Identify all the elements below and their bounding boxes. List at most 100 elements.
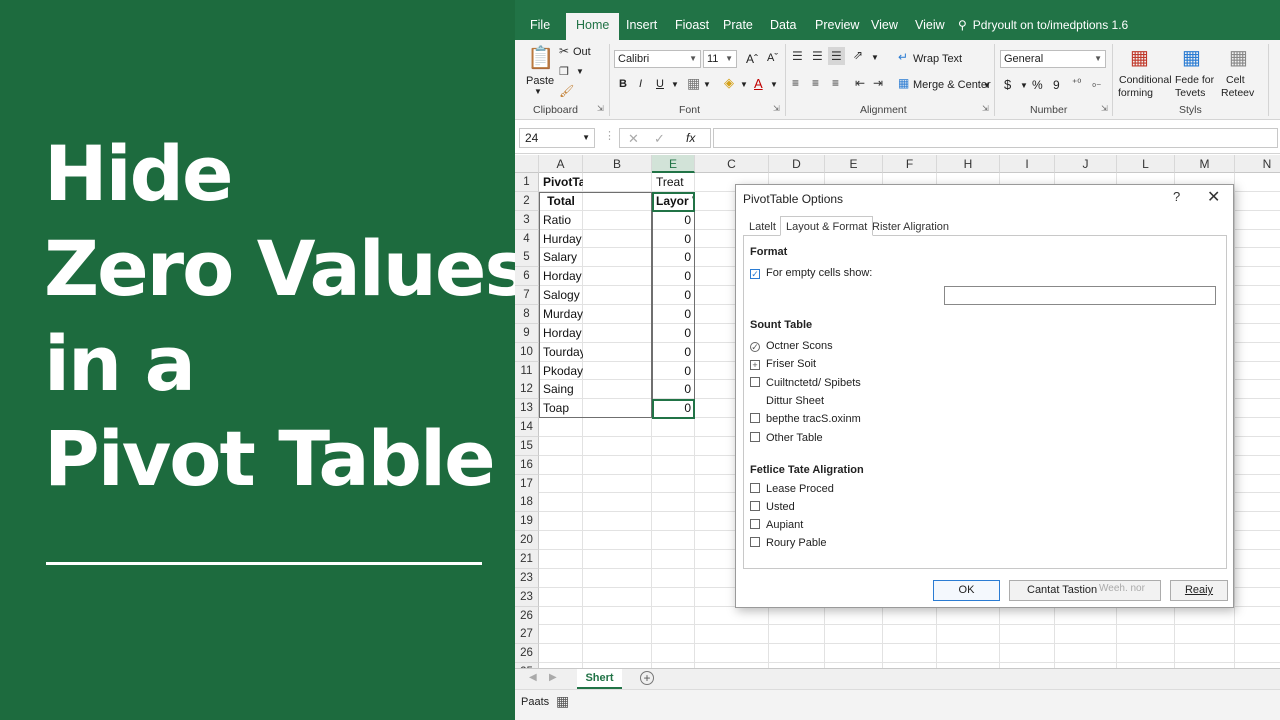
row-header[interactable]: 8 bbox=[515, 304, 539, 324]
font-color-chevron-icon[interactable]: ▼ bbox=[770, 80, 778, 89]
row-header[interactable]: 3 bbox=[515, 210, 539, 230]
tab-preview[interactable]: Preview bbox=[815, 10, 859, 40]
column-header[interactable]: A bbox=[539, 155, 583, 173]
decrease-indent-icon[interactable]: ⇤ bbox=[855, 76, 865, 90]
paste-button[interactable]: Paste bbox=[526, 75, 554, 87]
row-header[interactable]: 21 bbox=[515, 550, 539, 569]
row-header[interactable]: 7 bbox=[515, 286, 539, 306]
format-painter-icon[interactable]: 🖌 bbox=[559, 84, 574, 98]
format-as-table-label-1[interactable]: Fede for bbox=[1175, 74, 1214, 86]
row-header[interactable]: 5 bbox=[515, 248, 539, 268]
align-left-icon[interactable]: ≡ bbox=[792, 76, 799, 90]
alignment-launcher-icon[interactable]: ⇲ bbox=[982, 104, 989, 113]
fill-color-icon[interactable]: ◈ bbox=[724, 75, 734, 91]
comma-button[interactable]: 9 bbox=[1053, 78, 1060, 92]
radio-icon[interactable]: ✓ bbox=[750, 342, 760, 352]
select-all-corner[interactable] bbox=[515, 155, 539, 173]
row-header[interactable]: 9 bbox=[515, 323, 539, 343]
checkbox-icon[interactable] bbox=[750, 394, 760, 405]
currency-button[interactable]: $ bbox=[1004, 77, 1011, 92]
pivot-field-cell[interactable]: Treat bbox=[652, 173, 695, 192]
orientation-chevron-icon[interactable]: ▼ bbox=[871, 53, 879, 62]
cut-label[interactable]: Out bbox=[573, 46, 591, 58]
row-header[interactable]: 11 bbox=[515, 361, 539, 381]
column-header[interactable]: M bbox=[1175, 155, 1235, 173]
section2-option[interactable]: Cuiltnctetd/ Spibets bbox=[750, 376, 861, 390]
column-header[interactable]: D bbox=[769, 155, 825, 173]
tab-format[interactable]: Fioast bbox=[675, 10, 709, 40]
sheet-view-icon[interactable]: ▦ bbox=[556, 693, 569, 710]
ok-button[interactable]: OK bbox=[933, 580, 1000, 601]
checkbox-icon[interactable] bbox=[750, 413, 760, 424]
column-header[interactable]: J bbox=[1055, 155, 1117, 173]
align-center-icon[interactable]: ≡ bbox=[812, 76, 819, 90]
font-color-icon[interactable]: A bbox=[754, 76, 763, 91]
fill-chevron-icon[interactable]: ▼ bbox=[740, 80, 748, 89]
row-header[interactable]: 13 bbox=[515, 399, 539, 419]
checkbox-icon[interactable] bbox=[750, 537, 760, 547]
name-box[interactable]: 24 ▼ bbox=[519, 128, 595, 148]
tab-file[interactable]: File bbox=[530, 10, 550, 40]
orientation-icon[interactable]: ⇗ bbox=[853, 48, 863, 62]
row-header[interactable]: 23 bbox=[515, 587, 539, 607]
row-header[interactable]: 20 bbox=[515, 531, 539, 551]
align-top-icon[interactable]: ☰ bbox=[792, 49, 803, 63]
wrap-text-button[interactable]: Wrap Text bbox=[913, 53, 962, 65]
italic-button[interactable]: I bbox=[639, 78, 642, 90]
pivot-title-cell[interactable]: PivotTable bbox=[539, 173, 583, 192]
sheet-tab[interactable]: Shert bbox=[577, 669, 622, 689]
merge-center-button[interactable]: Merge & Center bbox=[913, 79, 991, 91]
conditional-formatting-label-2[interactable]: forming bbox=[1118, 87, 1153, 99]
underline-chevron-icon[interactable]: ▼ bbox=[671, 80, 679, 89]
row-header[interactable]: 16 bbox=[515, 455, 539, 475]
wrap-text-icon[interactable]: ↵ bbox=[898, 50, 908, 64]
section2-option[interactable]: Dittur Sheet bbox=[750, 394, 824, 408]
section3-option[interactable]: Lease Proced bbox=[750, 482, 834, 496]
section3-option[interactable]: Aupiant bbox=[750, 518, 803, 532]
tab-rister-aligration[interactable]: Rister Aligration bbox=[866, 216, 955, 236]
grow-font-button[interactable]: Aˆ bbox=[746, 52, 758, 66]
conditional-formatting-label-1[interactable]: Conditional bbox=[1119, 74, 1172, 86]
row-header[interactable]: 23 bbox=[515, 568, 539, 588]
row-header[interactable]: 2 bbox=[515, 191, 539, 211]
section2-option[interactable]: bepthe tracS.oxinm bbox=[750, 412, 861, 426]
cut-icon[interactable]: ✂ bbox=[559, 44, 569, 58]
insert-function-button[interactable]: fx bbox=[686, 131, 695, 145]
row-header[interactable]: 14 bbox=[515, 418, 539, 438]
decrease-decimal-icon[interactable]: ₀₋ bbox=[1092, 78, 1101, 89]
tab-insert[interactable]: Insert bbox=[626, 10, 657, 40]
column-header[interactable]: E bbox=[825, 155, 883, 173]
checkbox-icon[interactable] bbox=[750, 501, 760, 511]
prev-sheet-icon[interactable]: ◀ bbox=[529, 672, 537, 683]
row-header[interactable]: 12 bbox=[515, 380, 539, 400]
align-bottom-icon[interactable]: ☰ bbox=[828, 47, 845, 65]
column-header[interactable]: H bbox=[937, 155, 1000, 173]
number-format-select[interactable]: General ▼ bbox=[1000, 50, 1106, 68]
borders-icon[interactable]: ▦ bbox=[687, 75, 700, 92]
column-header[interactable]: C bbox=[695, 155, 769, 173]
font-launcher-icon[interactable]: ⇲ bbox=[773, 104, 780, 113]
add-sheet-icon[interactable]: + bbox=[640, 671, 654, 685]
borders-chevron-icon[interactable]: ▼ bbox=[703, 80, 711, 89]
empty-cells-option[interactable]: ✓ For empty cells show: bbox=[750, 266, 872, 280]
row-header[interactable]: 1 bbox=[515, 173, 539, 192]
conditional-formatting-icon[interactable]: ▦ bbox=[1130, 45, 1149, 70]
empty-cells-input[interactable] bbox=[944, 286, 1216, 305]
merge-center-icon[interactable]: ▦ bbox=[898, 76, 909, 90]
cell-styles-icon[interactable]: ▦ bbox=[1229, 45, 1248, 70]
ready-button[interactable]: Reaiy bbox=[1170, 580, 1228, 601]
tab-home[interactable]: Home bbox=[566, 13, 620, 40]
checkbox-icon[interactable] bbox=[750, 483, 760, 493]
tab-view[interactable]: View bbox=[871, 10, 898, 40]
align-middle-icon[interactable]: ☰ bbox=[812, 49, 823, 63]
tab-data[interactable]: Data bbox=[770, 10, 796, 40]
tab-prate[interactable]: Prate bbox=[723, 10, 753, 40]
number-launcher-icon[interactable]: ⇲ bbox=[1101, 104, 1108, 113]
merge-chevron-icon[interactable]: ▼ bbox=[983, 81, 991, 90]
row-header[interactable]: 26 bbox=[515, 644, 539, 664]
row-header[interactable]: 19 bbox=[515, 512, 539, 532]
checkbox-icon[interactable] bbox=[750, 519, 760, 529]
paste-icon[interactable]: 📋 bbox=[527, 45, 554, 71]
section2-option[interactable]: ✓ Octner Scons bbox=[750, 339, 833, 353]
confirm-formula-icon[interactable]: ✓ bbox=[654, 131, 665, 147]
